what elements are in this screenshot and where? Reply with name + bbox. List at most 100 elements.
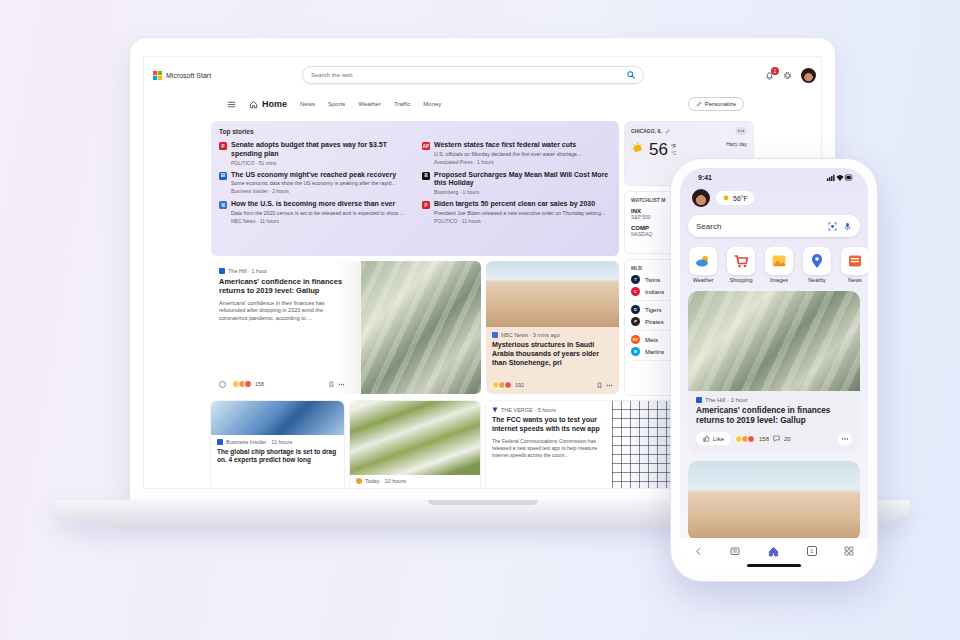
phone-header: 56°F xyxy=(680,181,868,207)
top-bar: Microsoft Start Search the web 1 xyxy=(144,57,821,93)
bottom-nav-item[interactable] xyxy=(730,546,740,556)
story-item[interactable]: BIThe US economy might've reached peak r… xyxy=(219,171,408,196)
brand-logo[interactable]: Microsoft Start xyxy=(144,71,302,80)
story-source: POLITICO · 11 hours xyxy=(434,218,605,224)
reactions-icon xyxy=(232,380,252,388)
bottom-nav-item[interactable] xyxy=(768,546,779,557)
card-text: The Hill · 1 hourAmericans' confidence i… xyxy=(688,391,860,453)
nav-link-label: Weather xyxy=(358,101,381,107)
more-icon[interactable] xyxy=(338,381,345,388)
story-description: Data from the 2020 census is set to be r… xyxy=(231,210,404,217)
team-name: Pirates xyxy=(645,319,664,325)
gear-icon[interactable] xyxy=(783,71,792,80)
nav-link[interactable]: Home xyxy=(249,99,287,109)
story-description: Some economic data show the US economy i… xyxy=(231,180,396,187)
card-source: Business Insider · 11 hours xyxy=(217,439,338,445)
app-tile xyxy=(841,247,868,275)
notifications-button[interactable]: 1 xyxy=(765,71,774,80)
phone-news-card[interactable]: The Hill · 1 hourAmericans' confidence i… xyxy=(688,291,860,453)
card-source: THE VERGE · 5 hours xyxy=(492,407,606,413)
cart-icon xyxy=(733,253,749,269)
story-description: U.S. officials on Monday declared the fi… xyxy=(434,151,581,158)
bookmark-icon[interactable] xyxy=(596,382,603,389)
search-icon[interactable] xyxy=(627,71,635,79)
story-item[interactable]: PBiden targets 50 percent clean car sale… xyxy=(422,200,611,224)
app-shortcut[interactable]: Images xyxy=(764,247,794,283)
nav-link[interactable]: News xyxy=(300,101,315,107)
pencil-icon[interactable] xyxy=(665,129,670,134)
source-logo-icon xyxy=(217,439,223,445)
home-indicator xyxy=(680,564,868,572)
story-item[interactable]: BProposed Surcharges May Mean Mail Will … xyxy=(422,171,611,196)
phone-search-box[interactable]: Search xyxy=(688,215,860,237)
nav-link[interactable]: Weather xyxy=(358,101,381,107)
personalize-button[interactable]: Personalize xyxy=(688,97,744,111)
app-tile xyxy=(727,247,755,275)
reaction-count: 192 xyxy=(515,382,524,388)
more-icon[interactable] xyxy=(735,127,747,135)
like-button[interactable]: Like xyxy=(696,432,731,445)
phone-screen: 9:41 56°F Search Weather Shopping Images Nearb… xyxy=(680,168,868,572)
app-shortcuts: Weather Shopping Images Nearby News xyxy=(680,237,868,283)
card-title: Mysterious structures in Saudi Arabia th… xyxy=(492,341,613,367)
hamburger-menu-icon[interactable] xyxy=(227,100,236,109)
news-card[interactable]: NBC News · 3 mins agoMysterious structur… xyxy=(486,261,619,394)
bottom-nav-item[interactable] xyxy=(694,547,703,556)
profile-avatar[interactable] xyxy=(692,189,710,207)
source-logo-icon xyxy=(696,397,702,403)
nav-link[interactable]: Sports xyxy=(328,101,345,107)
more-icon[interactable] xyxy=(606,382,613,389)
news-card[interactable]: Business Insider · 11 hoursThe global ch… xyxy=(211,401,344,488)
search-placeholder: Search xyxy=(696,222,822,231)
nav-link[interactable]: Money xyxy=(423,101,441,107)
team-name: Twins xyxy=(645,277,660,283)
nav-link[interactable]: Traffic xyxy=(394,101,410,107)
story-text: Senate adopts budget that paves way for … xyxy=(231,141,408,166)
search-placeholder: Search the web xyxy=(311,72,353,78)
search-box[interactable]: Search the web xyxy=(302,66,644,84)
bottom-nav-item[interactable]: 1 xyxy=(807,546,817,556)
news-card[interactable]: The Hill · 1 hourAmericans' confidence i… xyxy=(211,261,481,394)
app-shortcut[interactable]: Shopping xyxy=(726,247,756,283)
app-shortcut[interactable]: News xyxy=(840,247,868,283)
unit-fahrenheit[interactable]: °F xyxy=(671,143,677,150)
nav-link-label: Money xyxy=(423,101,441,107)
story-text: Biden targets 50 percent clean car sales… xyxy=(434,200,605,224)
more-button[interactable] xyxy=(838,432,852,446)
story-item[interactable]: NHow the U.S. is becoming more diverse t… xyxy=(219,200,408,224)
team-logo: M xyxy=(631,347,640,356)
profile-avatar[interactable] xyxy=(801,68,816,83)
weather-location: CHICAGO, IL xyxy=(631,128,662,134)
home-indicator-bar xyxy=(747,564,801,567)
app-shortcut[interactable]: Weather xyxy=(688,247,718,283)
card-source-label: Business Insider · 11 hours xyxy=(226,439,292,445)
app-label: Nearby xyxy=(808,277,826,283)
story-description: President Joe Biden released a new execu… xyxy=(434,210,605,217)
microphone-icon[interactable] xyxy=(843,222,852,231)
story-text: Western states face first federal water … xyxy=(434,141,581,165)
comment-icon[interactable] xyxy=(773,435,780,442)
bookmark-icon[interactable] xyxy=(328,381,335,388)
sun-cloud-icon xyxy=(631,142,646,157)
main-column: Top storiesPSenate adopts budget that pa… xyxy=(211,121,619,394)
app-shortcut[interactable]: Nearby xyxy=(802,247,832,283)
team-logo: T xyxy=(631,275,640,284)
nav-link-label: News xyxy=(300,101,315,107)
card-actions: Like15820 xyxy=(696,432,852,446)
news-card[interactable]: Today · 10 hours xyxy=(350,401,480,488)
story-item[interactable]: PSenate adopts budget that paves way for… xyxy=(219,141,408,166)
source-logo: AP xyxy=(422,142,430,150)
unit-celsius[interactable]: °C xyxy=(671,150,677,157)
bottom-nav-item[interactable] xyxy=(844,546,854,556)
status-time: 9:41 xyxy=(698,174,712,181)
money-photo xyxy=(361,261,481,394)
phone-news-card[interactable] xyxy=(688,461,860,539)
feed-icon xyxy=(730,546,740,556)
reactions-icon xyxy=(492,381,512,389)
camera-scan-icon[interactable] xyxy=(828,222,837,231)
story-item[interactable]: AP Western states face first federal wate… xyxy=(422,141,611,166)
weather-pill[interactable]: 56°F xyxy=(716,191,754,205)
card-source-label: The Hill · 1 hour xyxy=(705,397,748,403)
reaction-button-icon[interactable] xyxy=(219,381,226,388)
laptop-notch xyxy=(428,500,538,505)
